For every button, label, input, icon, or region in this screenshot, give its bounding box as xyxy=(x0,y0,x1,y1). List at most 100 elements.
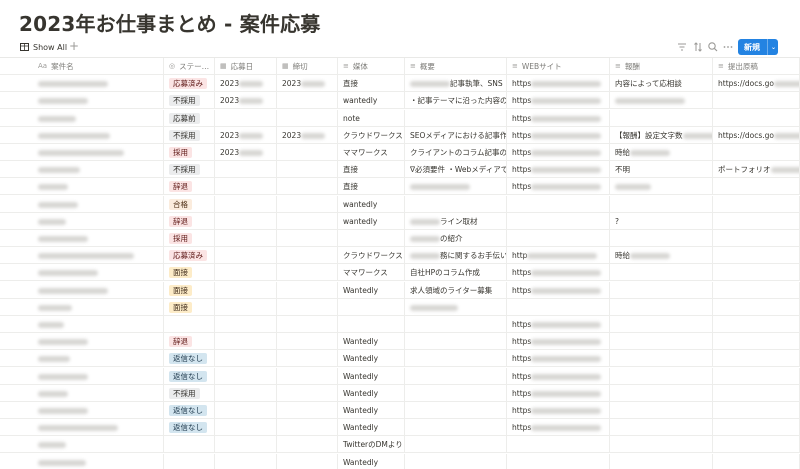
col-summary-cell[interactable] xyxy=(405,110,507,127)
col-website-cell[interactable]: https xyxy=(507,368,610,385)
col-draft-cell[interactable] xyxy=(713,213,800,230)
col-website-cell[interactable]: https xyxy=(507,75,610,92)
col-status-cell[interactable]: 採用 xyxy=(164,144,215,161)
col-applied-date-cell[interactable]: 2023 xyxy=(215,75,277,92)
col-draft-cell[interactable] xyxy=(713,454,800,469)
col-applied-date-cell[interactable]: 2023 xyxy=(215,127,277,144)
col-website-cell[interactable]: https xyxy=(507,264,610,281)
col-status-cell[interactable]: 応募済み xyxy=(164,75,215,92)
col-media-cell[interactable]: Wantedly xyxy=(338,333,405,350)
col-summary-cell[interactable]: 務に関するお手伝い xyxy=(405,247,507,264)
col-name-cell[interactable] xyxy=(33,454,164,469)
column-header-pay[interactable]: ≡ 報酬 xyxy=(610,58,713,75)
col-pay-cell[interactable] xyxy=(610,419,713,436)
col-draft-cell[interactable]: https://docs.go xyxy=(713,75,800,92)
col-pay-cell[interactable]: 時給 xyxy=(610,247,713,264)
col-website-cell[interactable]: https xyxy=(507,161,610,178)
col-summary-cell[interactable]: 求人領域のライター募集 xyxy=(405,282,507,299)
table-row[interactable]: 面接 xyxy=(0,299,800,316)
col-status-cell[interactable]: 応募済み xyxy=(164,247,215,264)
col-pay-cell[interactable] xyxy=(610,454,713,469)
col-deadline-cell[interactable] xyxy=(277,316,338,333)
table-row[interactable]: 不採用 Wantedly https xyxy=(0,385,800,402)
col-deadline-cell[interactable] xyxy=(277,454,338,469)
view-tab-show-all[interactable]: Show All xyxy=(20,39,67,55)
col-media-cell[interactable]: note xyxy=(338,110,405,127)
col-media-cell[interactable]: Wantedly xyxy=(338,454,405,469)
col-status-cell[interactable]: 面接 xyxy=(164,264,215,281)
col-name-cell[interactable] xyxy=(33,127,164,144)
col-deadline-cell[interactable] xyxy=(277,92,338,109)
col-pay-cell[interactable]: 不明 xyxy=(610,161,713,178)
col-draft-cell[interactable] xyxy=(713,230,800,247)
col-name-cell[interactable] xyxy=(33,368,164,385)
col-website-cell[interactable]: https xyxy=(507,385,610,402)
col-deadline-cell[interactable] xyxy=(277,402,338,419)
col-website-cell[interactable]: https xyxy=(507,110,610,127)
col-website-cell[interactable]: https xyxy=(507,419,610,436)
col-draft-cell[interactable] xyxy=(713,385,800,402)
table-row[interactable]: 返信なし Wantedly https xyxy=(0,402,800,419)
col-summary-cell[interactable]: 自社HPのコラム作成 xyxy=(405,264,507,281)
col-website-cell[interactable]: https xyxy=(507,316,610,333)
table-row[interactable]: 面接 Wantedly 求人領域のライター募集 https xyxy=(0,282,800,299)
col-deadline-cell[interactable] xyxy=(277,282,338,299)
column-header-status[interactable]: ◎ ステー… xyxy=(164,58,215,75)
col-name-cell[interactable] xyxy=(33,385,164,402)
col-deadline-cell[interactable] xyxy=(277,264,338,281)
col-applied-date-cell[interactable] xyxy=(215,282,277,299)
col-status-cell[interactable]: 不採用 xyxy=(164,127,215,144)
col-media-cell[interactable]: クラウドワークス xyxy=(338,127,405,144)
col-summary-cell[interactable] xyxy=(405,316,507,333)
col-website-cell[interactable]: https xyxy=(507,92,610,109)
chevron-down-icon[interactable]: ⌄ xyxy=(768,44,776,51)
col-name-cell[interactable] xyxy=(33,333,164,350)
col-name-cell[interactable] xyxy=(33,350,164,367)
col-name-cell[interactable] xyxy=(33,144,164,161)
col-summary-cell[interactable]: ライン取材 xyxy=(405,213,507,230)
col-deadline-cell[interactable] xyxy=(277,213,338,230)
col-status-cell[interactable]: 不採用 xyxy=(164,92,215,109)
col-website-cell[interactable]: https xyxy=(507,350,610,367)
col-media-cell[interactable]: ママワークス xyxy=(338,264,405,281)
col-pay-cell[interactable] xyxy=(610,385,713,402)
col-summary-cell[interactable] xyxy=(405,419,507,436)
col-website-cell[interactable] xyxy=(507,436,610,453)
col-draft-cell[interactable] xyxy=(713,264,800,281)
col-website-cell[interactable]: http xyxy=(507,247,610,264)
col-draft-cell[interactable] xyxy=(713,92,800,109)
col-media-cell[interactable]: ママワークス xyxy=(338,144,405,161)
col-deadline-cell[interactable]: 2023 xyxy=(277,127,338,144)
col-applied-date-cell[interactable] xyxy=(215,299,277,316)
col-name-cell[interactable] xyxy=(33,92,164,109)
col-pay-cell[interactable] xyxy=(610,230,713,247)
col-pay-cell[interactable] xyxy=(610,282,713,299)
col-deadline-cell[interactable] xyxy=(277,419,338,436)
table-row[interactable]: Wantedly xyxy=(0,454,800,469)
col-pay-cell[interactable] xyxy=(610,110,713,127)
col-media-cell[interactable] xyxy=(338,316,405,333)
column-header-name[interactable]: Aa 案件名 xyxy=(33,58,164,75)
col-website-cell[interactable]: https xyxy=(507,178,610,195)
col-draft-cell[interactable] xyxy=(713,144,800,161)
table-row[interactable]: https xyxy=(0,316,800,333)
col-website-cell[interactable]: https xyxy=(507,402,610,419)
col-media-cell[interactable]: wantedly xyxy=(338,196,405,213)
col-name-cell[interactable] xyxy=(33,247,164,264)
col-deadline-cell[interactable] xyxy=(277,299,338,316)
col-summary-cell[interactable] xyxy=(405,368,507,385)
col-draft-cell[interactable]: ポートフォリオ xyxy=(713,161,800,178)
table-row[interactable]: 返信なし Wantedly https xyxy=(0,350,800,367)
col-media-cell[interactable]: Wantedly xyxy=(338,282,405,299)
col-applied-date-cell[interactable]: 2023 xyxy=(215,144,277,161)
search-icon[interactable] xyxy=(707,41,719,53)
col-deadline-cell[interactable] xyxy=(277,368,338,385)
col-status-cell[interactable]: 面接 xyxy=(164,299,215,316)
col-status-cell[interactable]: 応募前 xyxy=(164,110,215,127)
col-draft-cell[interactable]: https://docs.go xyxy=(713,127,800,144)
col-status-cell[interactable]: 合格 xyxy=(164,196,215,213)
col-deadline-cell[interactable]: 2023 xyxy=(277,75,338,92)
col-summary-cell[interactable] xyxy=(405,436,507,453)
col-name-cell[interactable] xyxy=(33,264,164,281)
col-applied-date-cell[interactable] xyxy=(215,110,277,127)
